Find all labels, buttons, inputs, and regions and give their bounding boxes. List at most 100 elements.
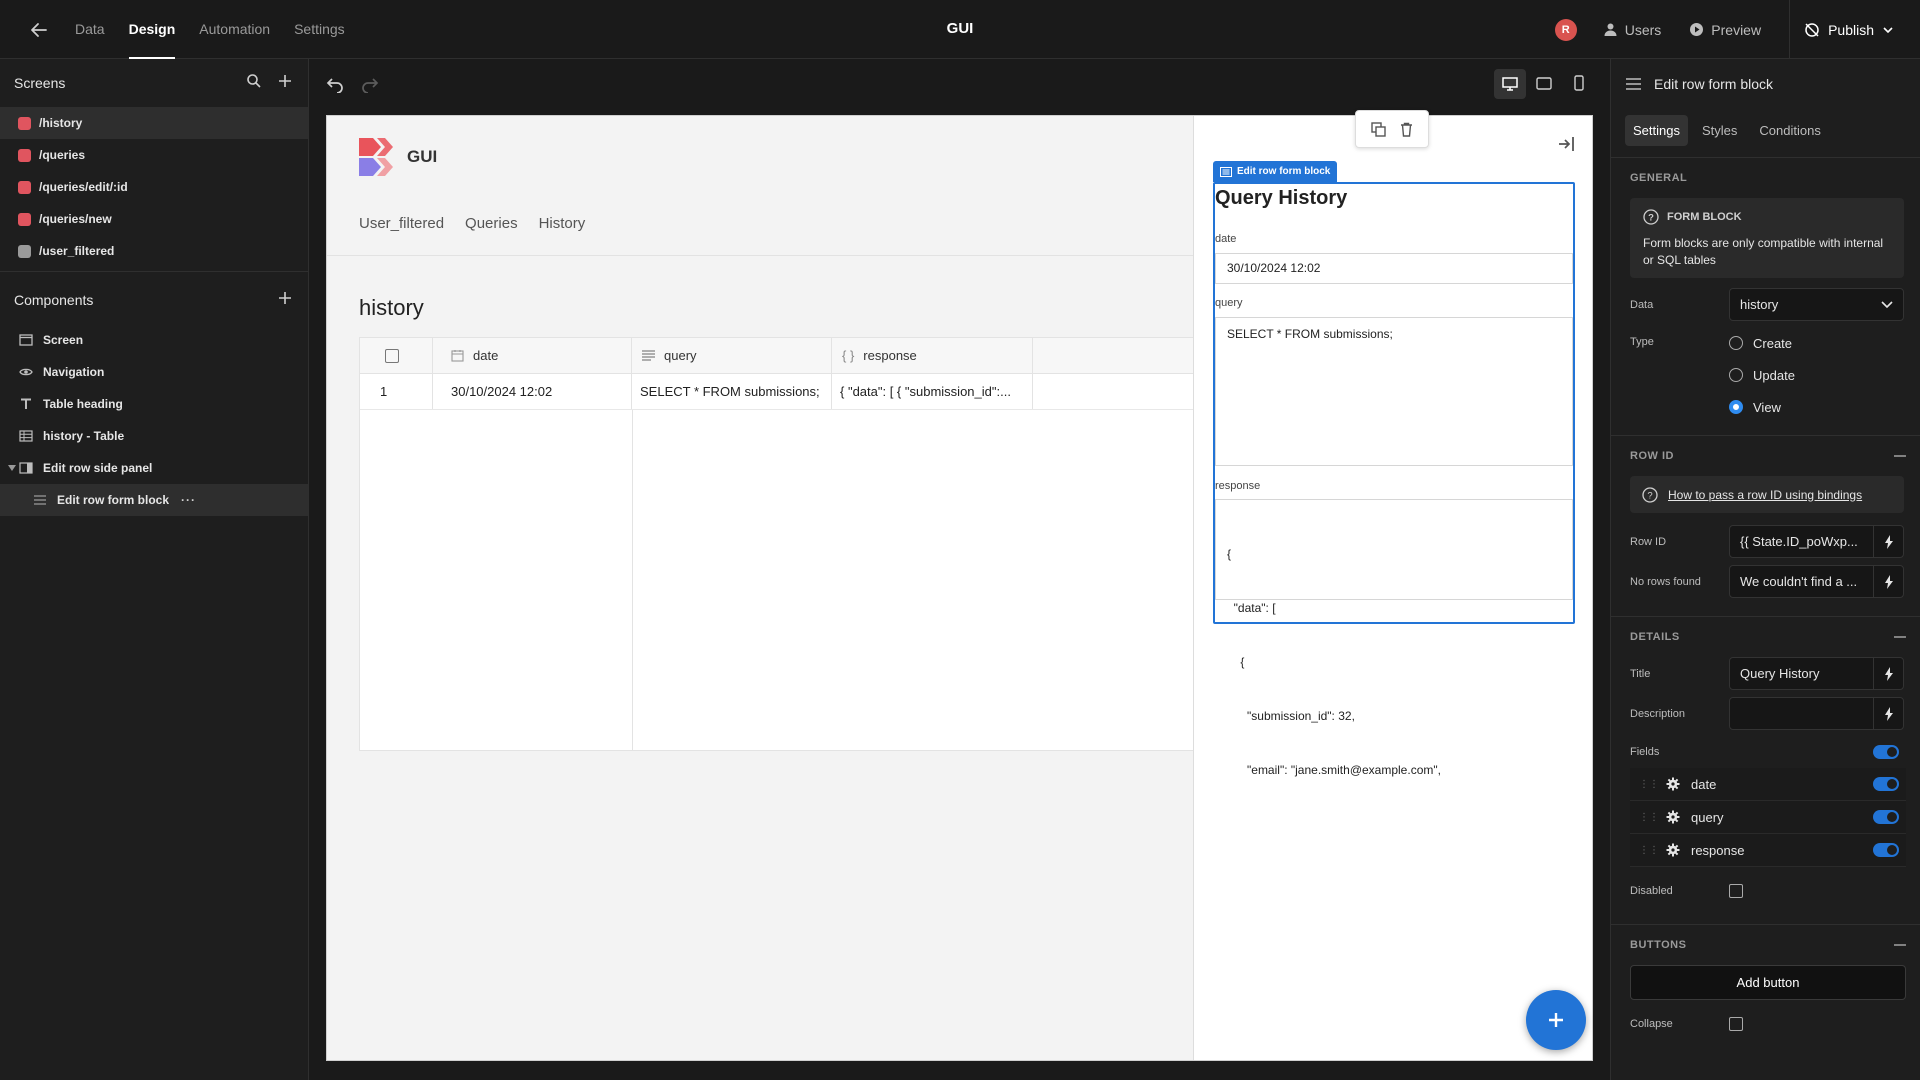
add-component-icon[interactable] [277,290,293,306]
field-toggle[interactable] [1873,843,1899,857]
type-view-radio[interactable]: View [1729,391,1795,423]
top-nav-automation[interactable]: Automation [199,0,270,59]
drag-handle-icon[interactable]: ⋮⋮ [1639,779,1659,790]
play-icon [1689,22,1704,37]
title-input[interactable]: Query History [1729,657,1904,690]
screen-color-swatch [18,180,31,194]
lightning-icon[interactable] [1873,658,1903,689]
field-label-response: response [1215,480,1261,492]
screen-item-queries[interactable]: /queries [0,139,308,171]
description-input[interactable] [1729,697,1904,730]
drag-handle-icon[interactable]: ⋮⋮ [1639,845,1659,856]
response-line: { [1227,547,1232,561]
component-item-edit-row-form-block[interactable]: Edit row form block ··· [0,484,308,516]
row-id-value: {{ State.ID_poWxp... [1740,534,1858,549]
collapse-icon[interactable] [1894,455,1906,457]
caret-down-icon[interactable] [6,465,18,471]
response-textarea[interactable]: { "data": [ { "submission_id": 32, "emai… [1215,499,1573,777]
top-nav: Data Design Automation Settings [75,0,345,59]
top-nav-data[interactable]: Data [75,0,105,59]
component-item-navigation[interactable]: Navigation [0,356,308,388]
no-rows-input[interactable]: We couldn't find a ... [1729,565,1904,598]
row-id-input[interactable]: {{ State.ID_poWxp... [1729,525,1904,558]
search-icon[interactable] [246,73,262,89]
screen-item-history[interactable]: /history [0,107,308,139]
preview-nav-queries[interactable]: Queries [465,215,518,232]
close-panel-icon[interactable] [1558,136,1576,152]
edit-row-form-block[interactable]: Query History date 30/10/2024 12:02 quer… [1213,182,1575,777]
add-row-button[interactable] [1526,990,1586,1050]
publish-label: Publish [1828,21,1874,38]
users-button[interactable]: Users [1603,22,1661,38]
drag-handle-icon[interactable]: ⋮⋮ [1639,812,1659,823]
screen-item-user-filtered[interactable]: /user_filtered [0,235,308,267]
radio-label: View [1753,399,1781,415]
table-row[interactable]: 1 30/10/2024 12:02 SELECT * FROM submiss… [360,374,1258,410]
field-item-response[interactable]: ⋮⋮ response [1630,834,1906,867]
redo-icon[interactable] [361,75,379,93]
fields-toggle[interactable] [1873,744,1899,759]
preview-button[interactable]: Preview [1689,22,1761,38]
component-tag[interactable]: Edit row form block [1213,161,1338,182]
field-toggle[interactable] [1873,777,1899,791]
tab-settings[interactable]: Settings [1625,114,1688,146]
no-rows-value: We couldn't find a ... [1740,574,1858,589]
gear-icon[interactable] [1666,777,1680,791]
top-nav-design[interactable]: Design [128,0,175,59]
date-field[interactable]: 30/10/2024 12:02 [1215,253,1573,284]
screen-item-queries-new[interactable]: /queries/new [0,203,308,235]
undo-icon[interactable] [326,75,344,93]
component-item-history-table[interactable]: history - Table [0,420,308,452]
avatar[interactable]: R [1554,18,1577,41]
field-item-query[interactable]: ⋮⋮ query [1630,801,1906,834]
preview-nav-history[interactable]: History [539,215,586,232]
mobile-view-icon[interactable] [1573,75,1585,91]
details-section: DETAILS Title Query History Description … [1611,616,1920,924]
component-item-table-heading[interactable]: Table heading [0,388,308,420]
collapse-checkbox[interactable] [1729,1016,1743,1031]
table-header: date query { } response [360,338,1258,374]
screen-item-queries-edit[interactable]: /queries/edit/:id [0,171,308,203]
desktop-view-icon[interactable] [1494,69,1526,99]
type-update-radio[interactable]: Update [1729,359,1795,391]
select-all-checkbox[interactable] [385,348,399,363]
disabled-checkbox[interactable] [1729,883,1743,898]
type-create-radio[interactable]: Create [1729,327,1795,359]
publish-off-icon [1804,22,1820,38]
row-id-help: ? How to pass a row ID using bindings [1630,476,1904,513]
gear-icon[interactable] [1666,810,1680,824]
field-toggle[interactable] [1873,810,1899,824]
publish-button[interactable]: Publish [1789,0,1920,59]
query-textarea[interactable]: SELECT * FROM submissions; [1215,317,1573,466]
lightning-icon[interactable] [1873,698,1903,729]
tab-styles[interactable]: Styles [1694,115,1745,146]
gear-icon[interactable] [1666,843,1680,857]
column-header-response[interactable]: { } response [832,338,1033,373]
top-nav-settings[interactable]: Settings [294,0,345,59]
trash-icon[interactable] [1400,122,1413,137]
collapse-icon[interactable] [1894,636,1906,638]
tablet-view-icon[interactable] [1536,77,1552,90]
row-id-help-link[interactable]: How to pass a row ID using bindings [1668,488,1862,502]
general-section-title: GENERAL [1611,158,1920,198]
lightning-icon[interactable] [1873,566,1903,597]
preview-nav-user-filtered[interactable]: User_filtered [359,215,444,232]
column-header-date[interactable]: date [433,338,632,373]
collapse-icon[interactable] [1894,944,1906,946]
data-select[interactable]: history [1729,288,1904,321]
column-header-query[interactable]: query [632,338,832,373]
duplicate-icon[interactable] [1371,121,1386,137]
component-item-edit-row-side-panel[interactable]: Edit row side panel [0,452,308,484]
table-icon [18,428,34,444]
data-value: history [1740,297,1779,312]
radio-label: Update [1753,367,1795,383]
lightning-icon[interactable] [1873,526,1903,557]
component-item-screen[interactable]: Screen [0,324,308,356]
more-options-icon[interactable]: ··· [181,493,196,507]
back-arrow-icon[interactable] [28,19,50,41]
add-screen-icon[interactable] [277,73,293,89]
add-button-button[interactable]: Add button [1630,965,1906,1000]
field-item-date[interactable]: ⋮⋮ date [1630,768,1906,801]
tab-conditions[interactable]: Conditions [1751,115,1828,146]
buttons-section-title: BUTTONS [1611,925,1920,965]
